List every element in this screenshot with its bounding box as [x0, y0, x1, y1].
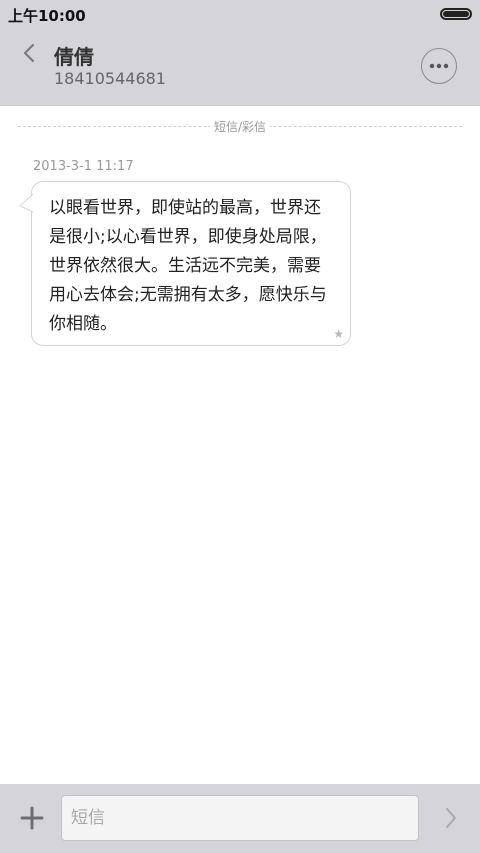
message-type-divider: 短信/彩信	[18, 118, 462, 136]
conversation-header: 倩倩 18410544681	[0, 28, 480, 106]
message-input[interactable]	[61, 795, 419, 841]
contact-number: 18410544681	[54, 69, 166, 88]
battery-fill	[443, 11, 469, 17]
message-thread-screen: 上午10:00 倩倩 18410544681 短信/彩信 2013-3-1 11…	[0, 0, 480, 853]
bubble-tail	[20, 194, 34, 213]
message-bubble[interactable]: 以眼看世界，即使站的最高，世界还是很小;以心看世界，即使身处局限，世界依然很大。…	[20, 181, 351, 346]
chevron-right-icon	[446, 808, 456, 828]
contact-name: 倩倩	[54, 45, 94, 69]
add-attachment-button[interactable]	[18, 804, 46, 832]
message-text: 以眼看世界，即使站的最高，世界还是很小;以心看世界，即使身处局限，世界依然很大。…	[49, 198, 327, 334]
compose-bar	[0, 784, 480, 853]
battery-icon	[440, 8, 472, 20]
divider-label: 短信/彩信	[209, 118, 271, 135]
star-icon: ★	[333, 327, 344, 341]
status-time: 上午10:00	[8, 7, 86, 25]
chevron-left-icon	[23, 43, 35, 63]
back-button[interactable]	[14, 38, 44, 68]
send-button[interactable]	[438, 804, 464, 832]
plus-icon	[20, 806, 44, 830]
status-bar: 上午10:00	[0, 0, 480, 28]
more-dots-icon	[429, 63, 449, 69]
message-timestamp: 2013-3-1 11:17	[33, 159, 134, 174]
more-options-button[interactable]	[421, 48, 457, 84]
